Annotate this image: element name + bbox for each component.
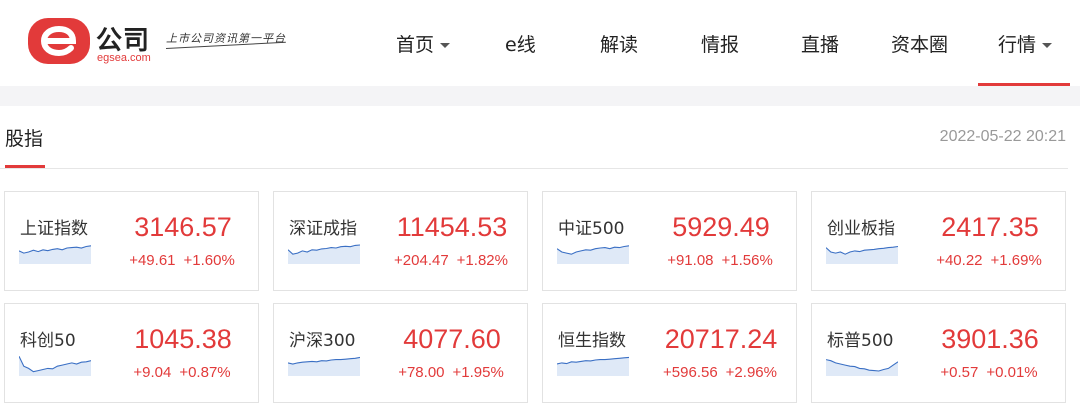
- index-change: +204.47: [394, 252, 449, 269]
- index-section: 股指 2022-05-22 20:21 上证指数 3146.57 +49.61 +1.…: [0, 106, 1080, 413]
- nav-item-label: e线: [505, 34, 536, 56]
- index-name: 恒生指数: [558, 331, 626, 351]
- index-change: +40.22: [936, 252, 983, 269]
- sparkline-chart: [19, 356, 91, 376]
- index-change-row: +596.56 +2.96%: [643, 364, 797, 381]
- index-price: 1045.38: [134, 324, 232, 354]
- sparkline-chart: [288, 244, 360, 264]
- index-price: 2417.35: [941, 212, 1039, 242]
- index-change-percent: +2.96%: [725, 364, 777, 381]
- index-card[interactable]: 中证500 5929.49 +91.08 +1.56%: [542, 191, 797, 291]
- logo-url-text: egsea.com: [97, 52, 151, 64]
- index-card[interactable]: 标普500 3901.36 +0.57 +0.01%: [811, 303, 1066, 403]
- index-change-row: +9.04 +0.87%: [105, 364, 259, 381]
- index-change-row: +0.57 +0.01%: [912, 364, 1066, 381]
- nav-active-indicator: [978, 83, 1070, 86]
- index-change-percent: +0.01%: [986, 364, 1038, 381]
- index-change-percent: +0.87%: [179, 364, 231, 381]
- nav-item-label: 首页: [396, 34, 435, 56]
- index-card[interactable]: 科创50 1045.38 +9.04 +0.87%: [4, 303, 259, 403]
- index-change: +596.56: [663, 364, 718, 381]
- nav-item-label: 情报: [701, 34, 740, 56]
- chevron-down-icon: [440, 43, 451, 48]
- index-change-row: +49.61 +1.60%: [105, 252, 259, 269]
- nav-item-analysis[interactable]: 解读: [600, 30, 638, 58]
- index-name: 创业板指: [827, 219, 895, 239]
- index-card[interactable]: 创业板指 2417.35 +40.22 +1.69%: [811, 191, 1066, 291]
- nav-item-live[interactable]: 直播: [801, 30, 839, 58]
- index-price: 3901.36: [941, 324, 1039, 354]
- index-change-percent: +1.60%: [183, 252, 235, 269]
- index-name: 深证成指: [289, 219, 357, 239]
- index-price: 4077.60: [403, 324, 501, 354]
- index-change-row: +40.22 +1.69%: [912, 252, 1066, 269]
- index-change-percent: +1.69%: [990, 252, 1042, 269]
- sparkline-chart: [557, 356, 629, 376]
- logo-e-icon: [28, 18, 90, 64]
- chevron-down-icon: [1042, 43, 1053, 48]
- index-name: 标普500: [827, 331, 894, 351]
- index-card[interactable]: 上证指数 3146.57 +49.61 +1.60%: [4, 191, 259, 291]
- index-card[interactable]: 深证成指 11454.53 +204.47 +1.82%: [273, 191, 528, 291]
- sparkline-area: [288, 245, 360, 264]
- sparkline-chart: [19, 245, 91, 264]
- site-header: 公司 egsea.com 上市公司资讯第一平台 首页 e线 解读 情报 直播 资…: [0, 0, 1080, 86]
- sparkline-chart: [826, 359, 898, 376]
- index-card[interactable]: 恒生指数 20717.24 +596.56 +2.96%: [542, 303, 797, 403]
- index-change: +0.57: [940, 364, 979, 381]
- update-timestamp: 2022-05-22 20:21: [939, 128, 1066, 145]
- site-logo[interactable]: 公司 egsea.com 上市公司资讯第一平台: [28, 14, 308, 70]
- section-title: 股指: [5, 128, 44, 150]
- nav-item-label: 直播: [801, 34, 840, 56]
- index-card[interactable]: 沪深300 4077.60 +78.00 +1.95%: [273, 303, 528, 403]
- index-change-row: +204.47 +1.82%: [374, 252, 528, 269]
- nav-item-intel[interactable]: 情报: [701, 30, 739, 58]
- nav-item-home[interactable]: 首页: [396, 30, 451, 58]
- index-change: +91.08: [667, 252, 714, 269]
- nav-item-eline[interactable]: e线: [505, 30, 536, 58]
- index-price: 5929.49: [672, 212, 770, 242]
- sparkline-area: [826, 359, 898, 376]
- index-price: 20717.24: [664, 324, 778, 354]
- section-divider: [0, 168, 1068, 169]
- nav-item-label: 行情: [998, 34, 1037, 56]
- index-price: 3146.57: [134, 212, 232, 242]
- index-name: 沪深300: [289, 331, 356, 351]
- sparkline-area: [19, 356, 91, 376]
- sparkline-chart: [826, 245, 898, 264]
- nav-item-label: 资本圈: [891, 34, 949, 56]
- nav-item-market[interactable]: 行情: [998, 30, 1053, 58]
- sparkline-chart: [557, 245, 629, 264]
- index-change-percent: +1.82%: [456, 252, 508, 269]
- nav-item-capital[interactable]: 资本圈: [891, 30, 948, 58]
- sparkline-area: [288, 357, 360, 376]
- sparkline-area: [826, 246, 898, 264]
- index-price: 11454.53: [396, 212, 508, 242]
- index-name: 科创50: [20, 331, 76, 351]
- index-change-percent: +1.95%: [452, 364, 504, 381]
- sparkline-chart: [288, 356, 360, 376]
- index-change: +78.00: [398, 364, 445, 381]
- index-change-percent: +1.56%: [721, 252, 773, 269]
- index-name: 上证指数: [20, 219, 88, 239]
- nav-item-label: 解读: [600, 34, 639, 56]
- index-change: +9.04: [133, 364, 172, 381]
- index-change: +49.61: [129, 252, 176, 269]
- sparkline-area: [557, 245, 629, 264]
- index-change-row: +78.00 +1.95%: [374, 364, 528, 381]
- index-change-row: +91.08 +1.56%: [643, 252, 797, 269]
- index-name: 中证500: [558, 219, 625, 239]
